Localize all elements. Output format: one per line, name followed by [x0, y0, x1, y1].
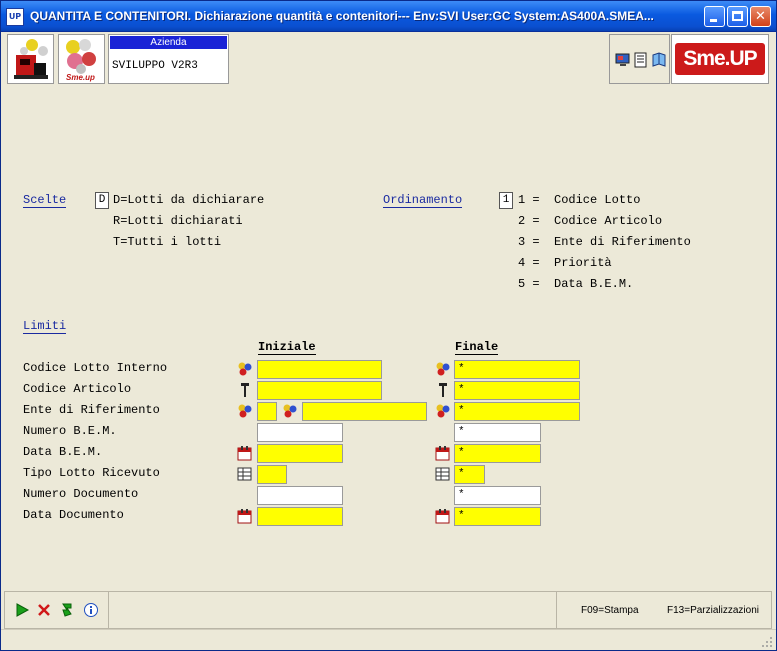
objects-icon[interactable]	[237, 361, 253, 377]
smeup-balls-icon: Sme.up	[66, 39, 96, 82]
objects-icon[interactable]	[435, 361, 451, 377]
maximize-icon	[732, 11, 743, 21]
data-documento-iniziale[interactable]	[257, 507, 343, 526]
scelte-label[interactable]: Scelte	[23, 194, 67, 208]
robot-logo-icon	[14, 39, 48, 79]
window-title: QUANTITA E CONTENITORI. Dichiarazione qu…	[30, 9, 654, 23]
document-icon[interactable]	[633, 52, 649, 68]
row-label-tipo-lotto: Tipo Lotto Ricevuto	[23, 466, 160, 480]
status-strip	[1, 629, 776, 650]
title-bar[interactable]: UP QUANTITA E CONTENITORI. Dichiarazione…	[1, 1, 776, 32]
calendar-icon[interactable]	[435, 445, 451, 461]
numero-documento-iniziale[interactable]	[257, 486, 343, 505]
codice-articolo-finale[interactable]: *	[454, 381, 580, 400]
iniziale-header: Iniziale	[258, 340, 316, 355]
smeup-logo-button[interactable]: Sme.up	[58, 34, 105, 84]
command-bar: F09=Stampa F13=Parzializzazioni	[4, 591, 772, 629]
pin-icon[interactable]	[435, 382, 451, 398]
smeup-logo-text: Sme.up	[66, 73, 95, 82]
book-icon[interactable]	[651, 52, 667, 68]
smeup-brand-logo: Sme.UP	[675, 43, 765, 75]
codice-articolo-iniziale[interactable]	[257, 381, 382, 400]
numero-bem-finale[interactable]: *	[454, 423, 541, 442]
scelte-option-r: R=Lotti dichiarati	[113, 214, 243, 228]
maximize-button[interactable]	[727, 6, 748, 27]
azienda-panel: Azienda SVILUPPO V2R3	[108, 34, 229, 84]
row-label-data-documento: Data Documento	[23, 508, 124, 522]
ordinamento-option-5: 5 = Data B.E.M.	[518, 277, 634, 291]
table-icon[interactable]	[237, 466, 253, 482]
objects-icon[interactable]	[237, 403, 253, 419]
monitor-icon[interactable]	[615, 52, 631, 68]
objects-icon[interactable]	[435, 403, 451, 419]
tipo-lotto-finale[interactable]: *	[454, 465, 485, 484]
application-window: UP QUANTITA E CONTENITORI. Dichiarazione…	[0, 0, 777, 651]
table-icon[interactable]	[435, 466, 451, 482]
ente-codice-iniziale[interactable]	[302, 402, 427, 421]
close-button[interactable]: ✕	[750, 6, 771, 27]
ordinamento-option-2: 2 = Codice Articolo	[518, 214, 663, 228]
minimize-button[interactable]	[704, 6, 725, 27]
row-label-ente: Ente di Riferimento	[23, 403, 160, 417]
ordinamento-option-1: 1 = Codice Lotto	[518, 193, 641, 207]
info-icon[interactable]	[83, 602, 99, 618]
toolbar: Sme.up Azienda SVILUPPO V2R3 Sme.UP	[1, 32, 776, 86]
calendar-icon[interactable]	[237, 445, 253, 461]
tool-buttons	[609, 34, 670, 84]
row-label-numero-documento: Numero Documento	[23, 487, 139, 501]
scelte-option-d: D=Lotti da dichiarare	[113, 193, 265, 207]
f09-stampa-key[interactable]: F09=Stampa	[581, 605, 639, 616]
data-documento-finale[interactable]: *	[454, 507, 541, 526]
f13-parzializzazioni-key[interactable]: F13=Parzializzazioni	[667, 605, 759, 616]
ordinamento-option-4: 4 = Priorità	[518, 256, 612, 270]
separator	[556, 592, 557, 628]
smeup-brand-button[interactable]: Sme.UP	[671, 34, 769, 84]
row-label-data-bem: Data B.E.M.	[23, 445, 103, 459]
tipo-lotto-iniziale[interactable]	[257, 465, 287, 484]
row-label-numero-bem: Numero B.E.M.	[23, 424, 117, 438]
azienda-label: Azienda	[110, 36, 227, 49]
close-icon: ✕	[755, 9, 766, 24]
scelte-input[interactable]: D	[95, 192, 109, 209]
calendar-icon[interactable]	[435, 508, 451, 524]
ente-tipo-iniziale[interactable]	[257, 402, 277, 421]
azienda-value: SVILUPPO V2R3	[112, 60, 198, 72]
app-icon[interactable]: UP	[6, 8, 24, 26]
objects-icon[interactable]	[282, 403, 298, 419]
ordinamento-option-3: 3 = Ente di Riferimento	[518, 235, 691, 249]
confirm-play-icon[interactable]	[14, 602, 30, 618]
separator	[108, 592, 109, 628]
limiti-label[interactable]: Limiti	[23, 320, 67, 334]
row-label-codice-lotto: Codice Lotto Interno	[23, 361, 168, 375]
ordinamento-input[interactable]: 1	[499, 192, 513, 209]
main-menu-logo[interactable]	[7, 34, 54, 84]
data-bem-iniziale[interactable]	[257, 444, 343, 463]
pin-icon[interactable]	[237, 382, 253, 398]
numero-bem-iniziale[interactable]	[257, 423, 343, 442]
ordinamento-label[interactable]: Ordinamento	[383, 194, 463, 208]
cancel-x-icon[interactable]	[36, 602, 52, 618]
codice-lotto-iniziale[interactable]	[257, 360, 382, 379]
row-label-codice-articolo: Codice Articolo	[23, 382, 132, 396]
codice-lotto-finale[interactable]: *	[454, 360, 580, 379]
refresh-arrow-icon[interactable]	[59, 602, 75, 618]
resize-grip-icon[interactable]	[761, 636, 773, 648]
scelte-option-t: T=Tutti i lotti	[113, 235, 222, 249]
finale-header: Finale	[455, 340, 499, 355]
data-bem-finale[interactable]: *	[454, 444, 541, 463]
form-area: Scelte D D=Lotti da dichiarare R=Lotti d…	[1, 86, 776, 591]
numero-documento-finale[interactable]: *	[454, 486, 541, 505]
ente-finale[interactable]: *	[454, 402, 580, 421]
calendar-icon[interactable]	[237, 508, 253, 524]
minimize-icon	[710, 19, 717, 22]
